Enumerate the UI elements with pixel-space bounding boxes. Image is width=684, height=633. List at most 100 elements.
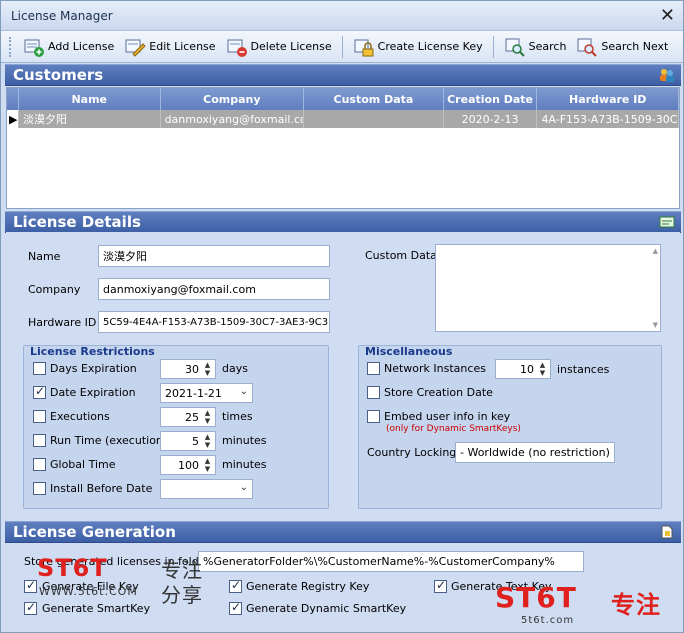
generate-file-key-checkbox[interactable] [24, 578, 37, 593]
install-before-label: Install Before Date [50, 482, 153, 495]
generate-text-key-checkbox[interactable] [434, 578, 447, 593]
network-instances-stepper[interactable]: 10 ▲ ▼ [495, 359, 551, 379]
network-instances-label: Network Instances [384, 362, 486, 375]
search-button[interactable]: Search [500, 35, 571, 59]
license-restrictions-group: License Restrictions Days Expiration 30 … [23, 345, 329, 509]
run-time-stepper[interactable]: 5 ▲ ▼ [160, 431, 216, 451]
days-expiration-label: Days Expiration [50, 362, 137, 375]
stepper-arrows-icon[interactable]: ▲ ▼ [536, 361, 549, 377]
chevron-down-icon[interactable]: ⌄ [240, 482, 248, 493]
hardware-id-label: Hardware ID [28, 316, 97, 329]
executions-unit: times [222, 410, 253, 423]
run-time-value: 5 [192, 434, 199, 448]
license-generation-title: License Generation [13, 523, 176, 541]
search-next-label: Search Next [601, 40, 669, 53]
license-details-header: License Details [5, 211, 681, 233]
cell-creation-date[interactable]: 2020-2-13 [444, 110, 538, 128]
date-expiration-label: Date Expiration [50, 386, 136, 399]
store-creation-date-label: Store Creation Date [384, 386, 493, 399]
add-license-button[interactable]: Add License [19, 35, 118, 59]
column-header-hardware-id[interactable]: Hardware ID [537, 88, 679, 110]
window-title: License Manager [11, 8, 113, 23]
folder-path-field[interactable]: %GeneratorFolder%\%CustomerName%-%Custom… [198, 551, 584, 572]
global-time-stepper[interactable]: 100 ▲ ▼ [160, 455, 216, 475]
search-next-icon [576, 37, 598, 57]
company-field[interactable]: danmoxiyang@foxmail.com [98, 278, 330, 300]
days-expiration-stepper[interactable]: 30 ▲ ▼ [160, 359, 216, 379]
column-header-name[interactable]: Name [19, 88, 161, 110]
watermark-logo-right: ST6T [495, 581, 577, 614]
date-expiration-value: 2021-1-21 [165, 386, 222, 400]
days-value: 30 [185, 362, 199, 376]
delete-license-button[interactable]: Delete License [222, 35, 336, 59]
run-time-checkbox[interactable] [33, 434, 46, 447]
country-locking-label: Country Locking [367, 446, 457, 459]
name-field[interactable]: 淡漠夕阳 [98, 245, 330, 267]
executions-checkbox[interactable] [33, 410, 46, 423]
network-instances-value: 10 [520, 362, 534, 376]
stepper-arrows-icon[interactable]: ▲ ▼ [201, 433, 214, 449]
license-details-title: License Details [13, 213, 141, 231]
hardware-id-field[interactable]: 5C59-4E4A-F153-A73B-1509-30C7-3AE3-9C31 [98, 311, 330, 333]
generate-smartkey-checkbox[interactable] [24, 600, 37, 615]
license-details-panel: Name 淡漠夕阳 Company danmoxiyang@foxmail.co… [6, 232, 680, 518]
stepper-arrows-icon[interactable]: ▲ ▼ [201, 457, 214, 473]
customers-grid[interactable]: Name Company Custom Data Creation Date H… [6, 87, 680, 209]
customers-title: Customers [13, 66, 104, 84]
watermark-slogan-right: 专注 [611, 591, 661, 619]
network-instances-checkbox[interactable] [367, 362, 380, 375]
cell-name[interactable]: 淡漠夕阳 [19, 110, 161, 128]
edit-license-icon [124, 37, 146, 57]
column-header-custom-data[interactable]: Custom Data [304, 88, 444, 110]
generate-dynamic-smartkey-checkbox[interactable] [229, 600, 242, 615]
users-icon[interactable] [659, 68, 675, 82]
custom-data-field[interactable]: ▲ ▼ [435, 244, 661, 332]
search-icon [504, 37, 526, 57]
column-header-company[interactable]: Company [161, 88, 305, 110]
card-icon[interactable] [659, 215, 675, 229]
toolbar-grip[interactable] [9, 36, 13, 57]
create-license-key-label: Create License Key [377, 40, 483, 53]
cell-company[interactable]: danmoxiyang@foxmail.com [161, 110, 305, 128]
install-before-checkbox[interactable] [33, 482, 46, 495]
date-expiration-picker[interactable]: 2021-1-21 ⌄ [160, 383, 253, 403]
country-locking-field[interactable]: - Worldwide (no restriction) [455, 442, 615, 463]
network-instances-unit: instances [557, 363, 610, 376]
date-expiration-checkbox[interactable] [33, 384, 46, 399]
install-before-picker[interactable]: ⌄ [160, 479, 253, 499]
days-expiration-checkbox[interactable] [33, 362, 46, 375]
edit-license-label: Edit License [149, 40, 216, 53]
generate-registry-key-checkbox[interactable] [229, 578, 242, 593]
column-header-creation-date[interactable]: Creation Date [444, 88, 538, 110]
row-selected-arrow-icon: ▶ [7, 110, 19, 128]
miscellaneous-title: Miscellaneous [365, 345, 453, 358]
license-generation-header: License Generation [5, 521, 681, 543]
delete-license-icon [226, 37, 248, 57]
embed-user-info-checkbox[interactable] [367, 410, 380, 423]
embed-user-info-label: Embed user info in key [384, 410, 511, 423]
table-row[interactable]: ▶ 淡漠夕阳 danmoxiyang@foxmail.com 2020-2-13… [7, 110, 680, 128]
store-creation-date-checkbox[interactable] [367, 386, 380, 399]
create-license-key-button[interactable]: Create License Key [349, 35, 487, 59]
cell-hardware-id[interactable]: 4A-F153-A73B-1509-30C7-3A [537, 110, 680, 128]
global-time-unit: minutes [222, 458, 267, 471]
scroll-down-icon[interactable]: ▼ [653, 321, 658, 329]
stepper-arrows-icon[interactable]: ▲ ▼ [201, 409, 214, 425]
global-time-value: 100 [178, 458, 199, 472]
edit-license-button[interactable]: Edit License [120, 35, 219, 59]
delete-license-label: Delete License [250, 40, 332, 53]
watermark-slogan-left-2: 分享 [161, 583, 203, 607]
global-time-checkbox[interactable] [33, 458, 46, 471]
chevron-down-icon[interactable]: ⌄ [240, 386, 248, 397]
stepper-arrows-icon[interactable]: ▲ ▼ [201, 361, 214, 377]
document-icon[interactable] [659, 525, 675, 539]
search-next-button[interactable]: Search Next [572, 35, 672, 59]
embed-note: (only for Dynamic SmartKeys) [386, 424, 521, 434]
lock-key-icon [353, 37, 375, 57]
scroll-up-icon[interactable]: ▲ [653, 247, 658, 255]
license-restrictions-title: License Restrictions [30, 345, 155, 358]
executions-stepper[interactable]: 25 ▲ ▼ [160, 407, 216, 427]
search-label: Search [528, 40, 567, 53]
cell-custom-data[interactable] [304, 110, 444, 128]
close-icon[interactable]: ✕ [660, 6, 675, 25]
